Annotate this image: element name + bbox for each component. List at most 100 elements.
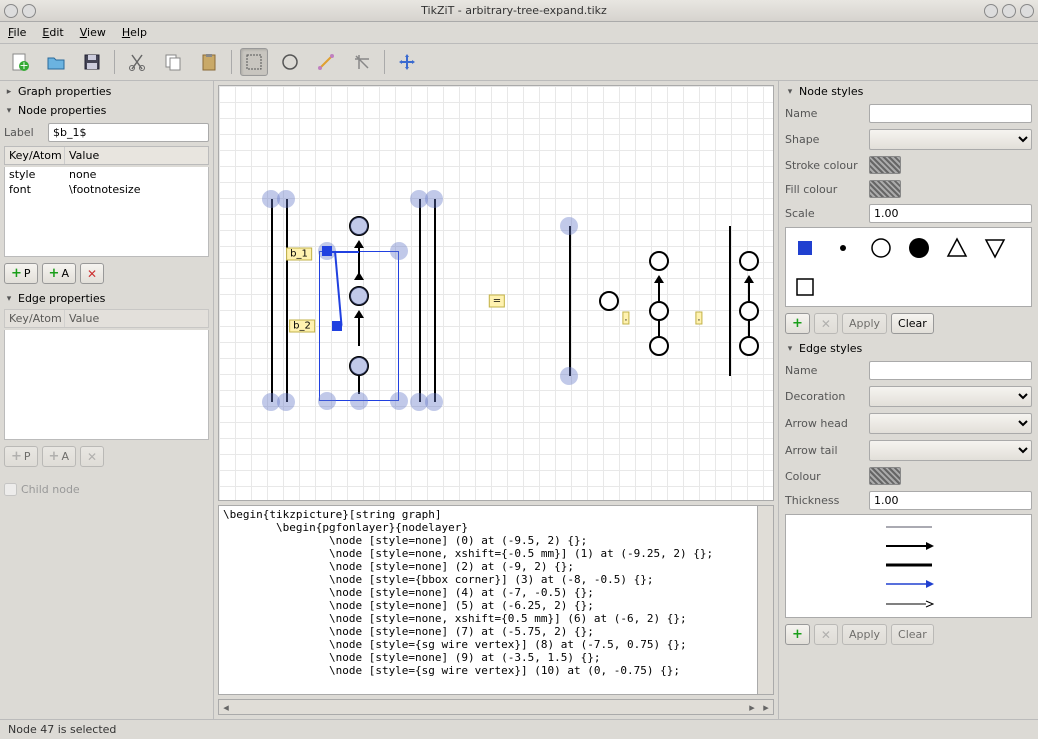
node-add-atom-button[interactable]: +A (42, 263, 76, 284)
es-clear-button: Clear (891, 624, 934, 645)
right-panel: ▾Node styles Name Shape Stroke colour Fi… (778, 81, 1038, 719)
ns-scale-input[interactable] (869, 204, 1032, 223)
center-area: b_1 b_2 = . . (214, 81, 778, 719)
es-apply-button: Apply (842, 624, 887, 645)
maximize-btn[interactable] (1002, 4, 1016, 18)
node-label-input[interactable] (48, 123, 209, 142)
window-title: TikZiT - arbitrary-tree-expand.tikz (44, 4, 984, 17)
node-tool[interactable] (276, 48, 304, 76)
menu-edit[interactable]: Edit (42, 26, 63, 39)
canvas-small-label: . (622, 312, 629, 325)
node-styles-header[interactable]: ▾Node styles (785, 83, 1032, 100)
ns-shape-select[interactable] (869, 129, 1032, 150)
canvas[interactable]: b_1 b_2 = . . (218, 85, 774, 501)
canvas-hscrollbar[interactable]: ◂▸▸ (218, 699, 774, 715)
move-tool[interactable] (393, 48, 421, 76)
pal-blue-square[interactable] (794, 237, 816, 259)
window-shade-btn[interactable] (22, 4, 36, 18)
pal-line-plain[interactable] (884, 523, 934, 531)
window-menu-btn[interactable] (4, 4, 18, 18)
ns-add-button[interactable]: + (785, 313, 810, 334)
tikz-source-view[interactable] (218, 505, 758, 695)
es-colour-label: Colour (785, 470, 865, 483)
pal-line-thick[interactable] (884, 561, 934, 569)
es-remove-button: ✕ (814, 624, 838, 645)
ns-shape-label: Shape (785, 133, 865, 146)
left-panel: ▸Graph properties ▾Node properties Label… (0, 81, 214, 719)
es-add-button[interactable]: + (785, 624, 810, 645)
pal-square-open[interactable] (794, 276, 816, 298)
ns-fill-label: Fill colour (785, 183, 865, 196)
node-kv-header: Key/Atom Value (4, 146, 209, 165)
pal-triangle-down[interactable] (984, 237, 1006, 259)
crop-tool[interactable] (348, 48, 376, 76)
canvas-label-eq[interactable]: = (489, 295, 505, 308)
graph-properties-header[interactable]: ▸Graph properties (4, 83, 209, 100)
ns-name-input[interactable] (869, 104, 1032, 123)
status-text: Node 47 is selected (8, 723, 116, 736)
ns-fill-swatch[interactable] (869, 180, 901, 198)
canvas-label-b1[interactable]: b_1 (286, 248, 312, 261)
edge-styles-header[interactable]: ▾Edge styles (785, 340, 1032, 357)
pal-circle-open[interactable] (870, 237, 892, 259)
es-arrowtail-label: Arrow tail (785, 444, 865, 457)
ns-apply-button: Apply (842, 313, 887, 334)
node-kv-list[interactable]: stylenone font\footnotesize (4, 167, 209, 257)
svg-text:+: + (19, 59, 28, 72)
edge-tool[interactable] (312, 48, 340, 76)
ns-name-label: Name (785, 107, 865, 120)
toolbar: + (0, 44, 1038, 81)
ns-remove-button: ✕ (814, 313, 838, 334)
edge-properties-header[interactable]: ▾Edge properties (4, 290, 209, 307)
cut-button[interactable] (123, 48, 151, 76)
close-btn[interactable] (1020, 4, 1034, 18)
es-decoration-select[interactable] (869, 386, 1032, 407)
es-colour-swatch[interactable] (869, 467, 901, 485)
child-node-label: Child node (21, 483, 80, 496)
paste-button[interactable] (195, 48, 223, 76)
es-arrowhead-select[interactable] (869, 413, 1032, 434)
edge-properties-label: Edge properties (18, 292, 105, 305)
kv-col-value: Value (65, 147, 103, 164)
menu-help[interactable]: Help (122, 26, 147, 39)
new-button[interactable]: + (6, 48, 34, 76)
kv-row: stylenone (5, 167, 208, 182)
pal-triangle-up[interactable] (946, 237, 968, 259)
select-tool[interactable] (240, 48, 268, 76)
child-node-checkbox (4, 483, 17, 496)
label-label: Label (4, 126, 44, 139)
node-style-palette[interactable] (785, 227, 1032, 307)
pal-line-arrow-thin[interactable] (884, 599, 934, 609)
es-thickness-input[interactable] (869, 491, 1032, 510)
minimize-btn[interactable] (984, 4, 998, 18)
menu-view[interactable]: View (80, 26, 106, 39)
pal-line-arrow-black[interactable] (884, 541, 934, 551)
pal-circle-filled[interactable] (908, 237, 930, 259)
node-remove-button[interactable]: ✕ (80, 263, 104, 284)
pal-dot[interactable] (832, 237, 854, 259)
es-arrowhead-label: Arrow head (785, 417, 865, 430)
edge-remove-button: ✕ (80, 446, 104, 467)
open-button[interactable] (42, 48, 70, 76)
ns-stroke-swatch[interactable] (869, 156, 901, 174)
statusbar: Node 47 is selected (0, 719, 1038, 739)
kv-row: font\footnotesize (5, 182, 208, 197)
edge-kv-list[interactable] (4, 330, 209, 440)
node-properties-header[interactable]: ▾Node properties (4, 102, 209, 119)
canvas-label-b2[interactable]: b_2 (289, 320, 315, 333)
es-name-input[interactable] (869, 361, 1032, 380)
edge-style-palette[interactable] (785, 514, 1032, 618)
copy-button[interactable] (159, 48, 187, 76)
code-vscrollbar[interactable] (758, 505, 774, 695)
es-arrowtail-select[interactable] (869, 440, 1032, 461)
edge-add-atom-button: +A (42, 446, 76, 467)
canvas-small-label: . (695, 312, 702, 325)
window-titlebar: TikZiT - arbitrary-tree-expand.tikz (0, 0, 1038, 22)
pal-line-arrow-blue[interactable] (884, 579, 934, 589)
edge-add-prop-button: +P (4, 446, 38, 467)
node-add-prop-button[interactable]: +P (4, 263, 38, 284)
es-decoration-label: Decoration (785, 390, 865, 403)
save-button[interactable] (78, 48, 106, 76)
menu-file[interactable]: File (8, 26, 26, 39)
ns-clear-button[interactable]: Clear (891, 313, 934, 334)
